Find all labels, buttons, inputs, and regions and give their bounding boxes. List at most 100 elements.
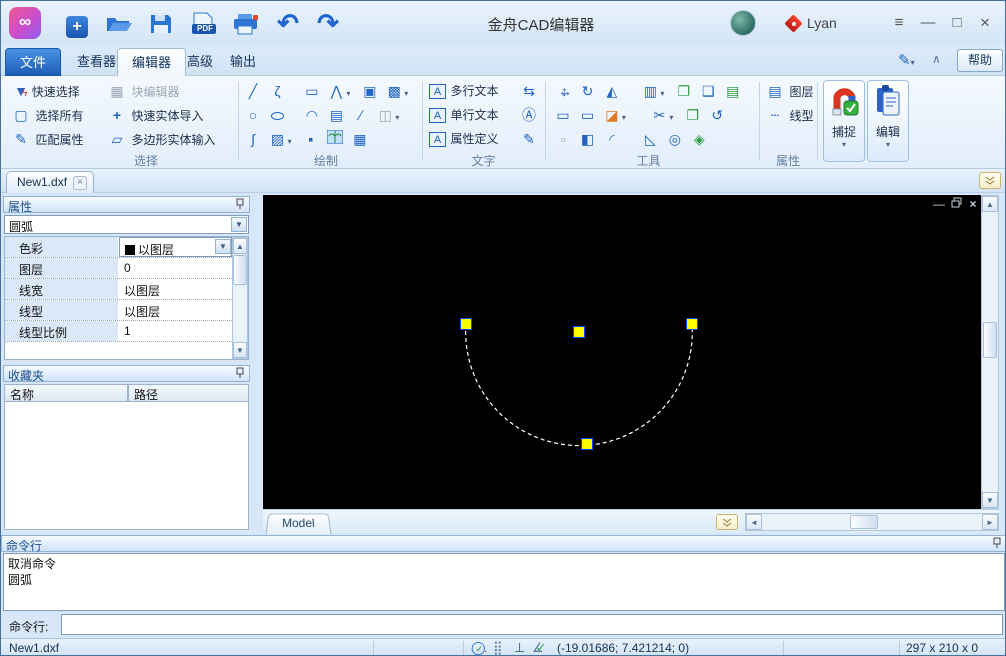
table-icon[interactable]: ▦: [350, 130, 370, 148]
property-grid-scrollbar[interactable]: ▲ ▼: [232, 237, 248, 359]
ray-icon[interactable]: ∕: [351, 106, 371, 124]
drawing-canvas[interactable]: — ×: [263, 195, 981, 509]
property-row-lineweight[interactable]: 线宽 以图层: [5, 279, 248, 300]
layers-button[interactable]: ▤ 图层: [765, 82, 813, 101]
boundary-icon[interactable]: ▩: [384, 82, 404, 100]
menu-button[interactable]: ≡: [887, 13, 911, 33]
grip-center[interactable]: [573, 326, 585, 338]
match-circles-icon[interactable]: ◎: [665, 130, 685, 148]
canvas-vscrollbar[interactable]: ▲ ▼: [981, 195, 999, 509]
canvas-hscrollbar[interactable]: ◄ ►: [745, 513, 999, 531]
hscroll-left-icon[interactable]: ◄: [746, 514, 762, 530]
maximize-button[interactable]: □: [945, 13, 969, 33]
copy-entities-icon[interactable]: ❐: [683, 106, 703, 124]
snap-dropdown-icon[interactable]: ▾: [824, 140, 864, 149]
save-button[interactable]: [149, 13, 173, 40]
boundary-dropdown-icon[interactable]: ▾: [404, 89, 413, 98]
document-tab-close-icon[interactable]: ×: [73, 176, 88, 190]
paste-icon[interactable]: ↺: [707, 106, 727, 124]
vscroll-up-icon[interactable]: ▲: [982, 196, 998, 212]
copy-basepoint-icon[interactable]: ❑: [698, 82, 718, 100]
spell-check-icon[interactable]: Ⓐ: [519, 106, 539, 124]
print-button[interactable]: [232, 13, 260, 40]
command-panel-header[interactable]: 命令行: [1, 535, 1005, 553]
minimize-button[interactable]: —: [916, 13, 940, 33]
rotate-icon[interactable]: ↻: [577, 82, 597, 100]
scroll-down-icon[interactable]: ▼: [233, 342, 247, 358]
hscroll-right-icon[interactable]: ►: [982, 514, 998, 530]
mirror-icon[interactable]: ◭: [602, 82, 622, 100]
offset-icon[interactable]: ▥: [640, 82, 660, 100]
align-icon[interactable]: ▤: [723, 82, 743, 100]
vscroll-down-icon[interactable]: ▼: [982, 492, 998, 508]
export-pdf-button[interactable]: PDF: [190, 12, 216, 41]
grip-mid[interactable]: [581, 438, 593, 450]
grip-end[interactable]: [686, 318, 698, 330]
block-reference-icon[interactable]: ▤: [326, 106, 346, 124]
color-dropdown-icon[interactable]: ▼: [215, 239, 231, 254]
tab-file[interactable]: 文件: [5, 48, 62, 76]
rect-array-icon[interactable]: ▭: [553, 106, 573, 124]
stretch-icon[interactable]: ◧: [577, 130, 597, 148]
ortho-status-icon[interactable]: ⊥: [514, 640, 525, 655]
stext-button[interactable]: A 单行文本: [429, 106, 498, 124]
offset-dropdown-icon[interactable]: ▾: [660, 89, 669, 98]
layout-expand-button[interactable]: [716, 514, 738, 530]
line-icon[interactable]: ╱: [243, 82, 263, 100]
circle-icon[interactable]: ○: [243, 106, 263, 124]
favorites-list[interactable]: [4, 402, 249, 530]
command-pin-icon[interactable]: [992, 537, 1002, 552]
user-avatar[interactable]: [730, 10, 756, 36]
property-row-ltscale[interactable]: 线型比例 1: [5, 321, 248, 342]
favorites-col-path[interactable]: 路径: [128, 384, 249, 402]
ellipse-icon[interactable]: [267, 106, 287, 124]
scale-icon[interactable]: ▫: [553, 130, 573, 148]
command-history[interactable]: 取消命令 圆弧: [3, 553, 1005, 611]
attribute-define-button[interactable]: A 属性定义: [429, 130, 498, 148]
document-tab[interactable]: New1.dxf ×: [6, 171, 95, 193]
spline-icon[interactable]: ʃ: [243, 130, 263, 148]
edit-dropdown-icon[interactable]: ▾: [868, 140, 908, 149]
canvas-restore-icon[interactable]: [949, 197, 965, 211]
osnap-status-icon[interactable]: ∠✓: [532, 640, 547, 655]
favorites-pin-icon[interactable]: [235, 367, 245, 382]
snap-button[interactable]: 捕捉 ▾: [823, 80, 865, 162]
canvas-minimize-icon[interactable]: —: [931, 197, 947, 211]
snap-status-icon[interactable]: ◯✓.: [471, 640, 487, 655]
canvas-close-icon[interactable]: ×: [965, 197, 981, 211]
trim-icon[interactable]: ✂: [649, 106, 669, 124]
property-row-color[interactable]: 色彩 以图层 ▼: [5, 237, 248, 258]
close-button[interactable]: ×: [973, 13, 997, 33]
image-icon[interactable]: [325, 129, 345, 148]
undo-button[interactable]: ↶: [275, 10, 301, 37]
point-icon[interactable]: ▪: [301, 130, 321, 148]
entity-selector[interactable]: 圆弧 ▼: [4, 215, 249, 234]
erase-icon[interactable]: ◪: [602, 106, 622, 124]
fillet-icon[interactable]: ◜: [602, 130, 622, 148]
edit-button[interactable]: 编辑 ▾: [867, 80, 909, 162]
model-tab[interactable]: Model: [265, 513, 332, 535]
freehand-icon[interactable]: ζ: [267, 82, 287, 100]
new-file-button[interactable]: +: [64, 11, 90, 38]
quick-entity-import-button[interactable]: + 快速实体导入: [107, 106, 204, 125]
command-input[interactable]: [61, 614, 1003, 635]
block-editor-button[interactable]: ▦ 块编辑器: [107, 82, 179, 101]
select-all-button[interactable]: ▢ 选择所有: [11, 106, 83, 125]
dimension-text-icon[interactable]: ⇆: [519, 82, 539, 100]
collapse-ribbon-icon[interactable]: ∧: [932, 52, 941, 66]
match-properties-button[interactable]: ✎ 匹配属性: [11, 130, 83, 149]
polygon-entity-input-button[interactable]: ▱ 多边形实体输入: [107, 130, 216, 149]
polyline-dropdown-icon[interactable]: ▾: [346, 89, 355, 98]
grid-status-icon[interactable]: ⣿: [493, 640, 503, 655]
properties-pin-icon[interactable]: [235, 198, 245, 213]
explode-icon[interactable]: ◈: [689, 130, 709, 148]
scroll-up-icon[interactable]: ▲: [233, 238, 247, 254]
chamfer-icon[interactable]: ◺: [640, 130, 660, 148]
erase-dropdown-icon[interactable]: ▾: [622, 113, 631, 122]
vscroll-thumb[interactable]: [983, 322, 997, 358]
hatch-icon[interactable]: ▨: [267, 130, 287, 148]
annotate-icon[interactable]: ✎▾: [898, 51, 920, 69]
hscroll-thumb[interactable]: [850, 515, 878, 529]
linetype-button[interactable]: ┄ 线型: [765, 106, 814, 125]
insert-block-icon[interactable]: ▣: [360, 82, 380, 100]
